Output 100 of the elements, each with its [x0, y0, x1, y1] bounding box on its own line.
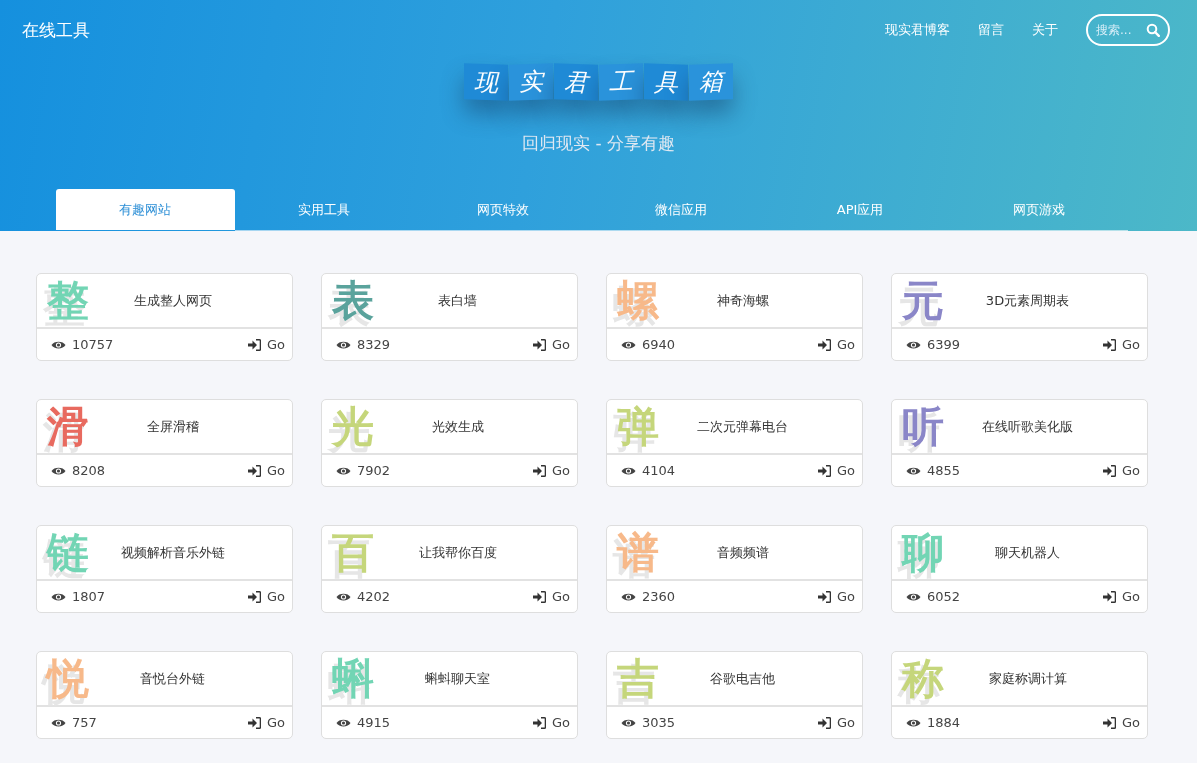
go-link[interactable]: Go — [266, 589, 285, 604]
card-title: 音频频谱 — [715, 543, 770, 562]
tool-card[interactable]: 螺 神奇海螺 6940 Go — [606, 273, 863, 361]
sign-in-icon[interactable] — [817, 338, 831, 351]
card-glyph: 螺 — [617, 279, 660, 322]
go-link[interactable]: Go — [836, 589, 855, 604]
view-count: 2360 — [642, 589, 676, 604]
go-link[interactable]: Go — [1121, 715, 1140, 730]
sign-in-icon[interactable] — [532, 338, 546, 351]
sign-in-icon[interactable] — [1102, 716, 1116, 729]
card-title: 光效生成 — [430, 417, 485, 436]
tool-card[interactable]: 蝌 蝌蚪聊天室 4915 Go — [321, 651, 578, 739]
card-glyph: 元 — [902, 279, 945, 322]
view-count: 6940 — [642, 337, 676, 352]
card-title: 聊天机器人 — [994, 543, 1061, 562]
sign-in-icon[interactable] — [532, 716, 546, 729]
eye-icon — [336, 591, 351, 602]
eye-icon — [51, 591, 66, 602]
eye-icon — [906, 717, 921, 728]
go-link[interactable]: Go — [551, 337, 570, 352]
subtitle: 回归现实 - 分享有趣 — [521, 132, 676, 155]
sign-in-icon[interactable] — [1102, 338, 1116, 351]
sign-in-icon[interactable] — [817, 716, 831, 729]
tool-card[interactable]: 谱 音频频谱 2360 Go — [606, 525, 863, 613]
card-glyph: 百 — [332, 531, 375, 574]
view-count: 4855 — [927, 463, 961, 478]
view-count: 8329 — [357, 337, 391, 352]
search-field[interactable]: 搜索... — [1086, 14, 1170, 46]
tool-card[interactable]: 弹 二次元弹幕电台 4104 Go — [606, 399, 863, 487]
card-glyph: 谱 — [617, 531, 660, 574]
view-count: 1884 — [927, 715, 961, 730]
tool-card[interactable]: 元 3D元素周期表 6399 Go — [891, 273, 1148, 361]
title-tile: 箱 — [689, 63, 733, 101]
title-tile: 现 — [464, 63, 508, 101]
go-link[interactable]: Go — [551, 463, 570, 478]
go-link[interactable]: Go — [836, 337, 855, 352]
go-link[interactable]: Go — [551, 715, 570, 730]
go-link[interactable]: Go — [1121, 337, 1140, 352]
eye-icon — [51, 339, 66, 350]
tool-card[interactable]: 表 表白墙 8329 Go — [321, 273, 578, 361]
eye-icon — [336, 465, 351, 476]
card-glyph: 聊 — [902, 531, 945, 574]
view-count: 4202 — [357, 589, 391, 604]
card-title: 全屏滑稽 — [145, 417, 200, 436]
view-count: 10757 — [72, 337, 114, 352]
sign-in-icon[interactable] — [532, 590, 546, 603]
tool-card[interactable]: 链 视频解析音乐外链 1807 Go — [36, 525, 293, 613]
eye-icon — [51, 717, 66, 728]
tool-card[interactable]: 聊 聊天机器人 6052 Go — [891, 525, 1148, 613]
tool-card[interactable]: 悦 音悦台外链 757 Go — [36, 651, 293, 739]
view-count: 6399 — [927, 337, 961, 352]
card-title: 3D元素周期表 — [984, 291, 1071, 310]
sign-in-icon[interactable] — [532, 464, 546, 477]
tool-card[interactable]: 滑 全屏滑稽 8208 Go — [36, 399, 293, 487]
sign-in-icon[interactable] — [1102, 464, 1116, 477]
eye-icon — [621, 465, 636, 476]
sign-in-icon[interactable] — [817, 590, 831, 603]
view-count: 1807 — [72, 589, 106, 604]
go-link[interactable]: Go — [1121, 589, 1140, 604]
eye-icon — [336, 717, 351, 728]
sign-in-icon[interactable] — [817, 464, 831, 477]
go-link[interactable]: Go — [1121, 463, 1140, 478]
sign-in-icon[interactable] — [1102, 590, 1116, 603]
go-link[interactable]: Go — [266, 337, 285, 352]
card-title: 视频解析音乐外链 — [119, 543, 226, 562]
go-link[interactable]: Go — [836, 715, 855, 730]
view-count: 757 — [72, 715, 97, 730]
category-tab[interactable]: 有趣网站 — [56, 189, 235, 230]
card-title: 神奇海螺 — [715, 291, 770, 310]
card-title: 二次元弹幕电台 — [696, 417, 789, 436]
card-title: 谷歌电吉他 — [709, 669, 776, 688]
card-title: 生成整人网页 — [132, 291, 213, 310]
card-glyph: 听 — [902, 405, 945, 448]
card-glyph: 吉 — [617, 657, 660, 700]
sign-in-icon[interactable] — [247, 716, 261, 729]
tool-card[interactable]: 称 家庭称调计算 1884 Go — [891, 651, 1148, 739]
go-link[interactable]: Go — [551, 589, 570, 604]
sign-in-icon[interactable] — [247, 338, 261, 351]
view-count: 6052 — [927, 589, 961, 604]
card-glyph: 悦 — [47, 657, 90, 700]
go-link[interactable]: Go — [266, 463, 285, 478]
tool-card[interactable]: 吉 谷歌电吉他 3035 Go — [606, 651, 863, 739]
sign-in-icon[interactable] — [247, 590, 261, 603]
tool-card[interactable]: 整 生成整人网页 10757 Go — [36, 273, 293, 361]
go-link[interactable]: Go — [836, 463, 855, 478]
card-title: 音悦台外链 — [139, 669, 206, 688]
title-tile: 实 — [509, 63, 553, 101]
tool-card[interactable]: 光 光效生成 7902 Go — [321, 399, 578, 487]
card-glyph: 链 — [47, 531, 90, 574]
card-glyph: 表 — [332, 279, 375, 322]
view-count: 3035 — [642, 715, 676, 730]
eye-icon — [51, 465, 66, 476]
title-tile: 具 — [644, 63, 688, 101]
tool-card[interactable]: 听 在线听歌美化版 4855 Go — [891, 399, 1148, 487]
view-count: 8208 — [72, 463, 106, 478]
go-link[interactable]: Go — [266, 715, 285, 730]
tool-card[interactable]: 百 让我帮你百度 4202 Go — [321, 525, 578, 613]
sign-in-icon[interactable] — [247, 464, 261, 477]
eye-icon — [621, 591, 636, 602]
card-glyph: 弹 — [617, 405, 660, 448]
